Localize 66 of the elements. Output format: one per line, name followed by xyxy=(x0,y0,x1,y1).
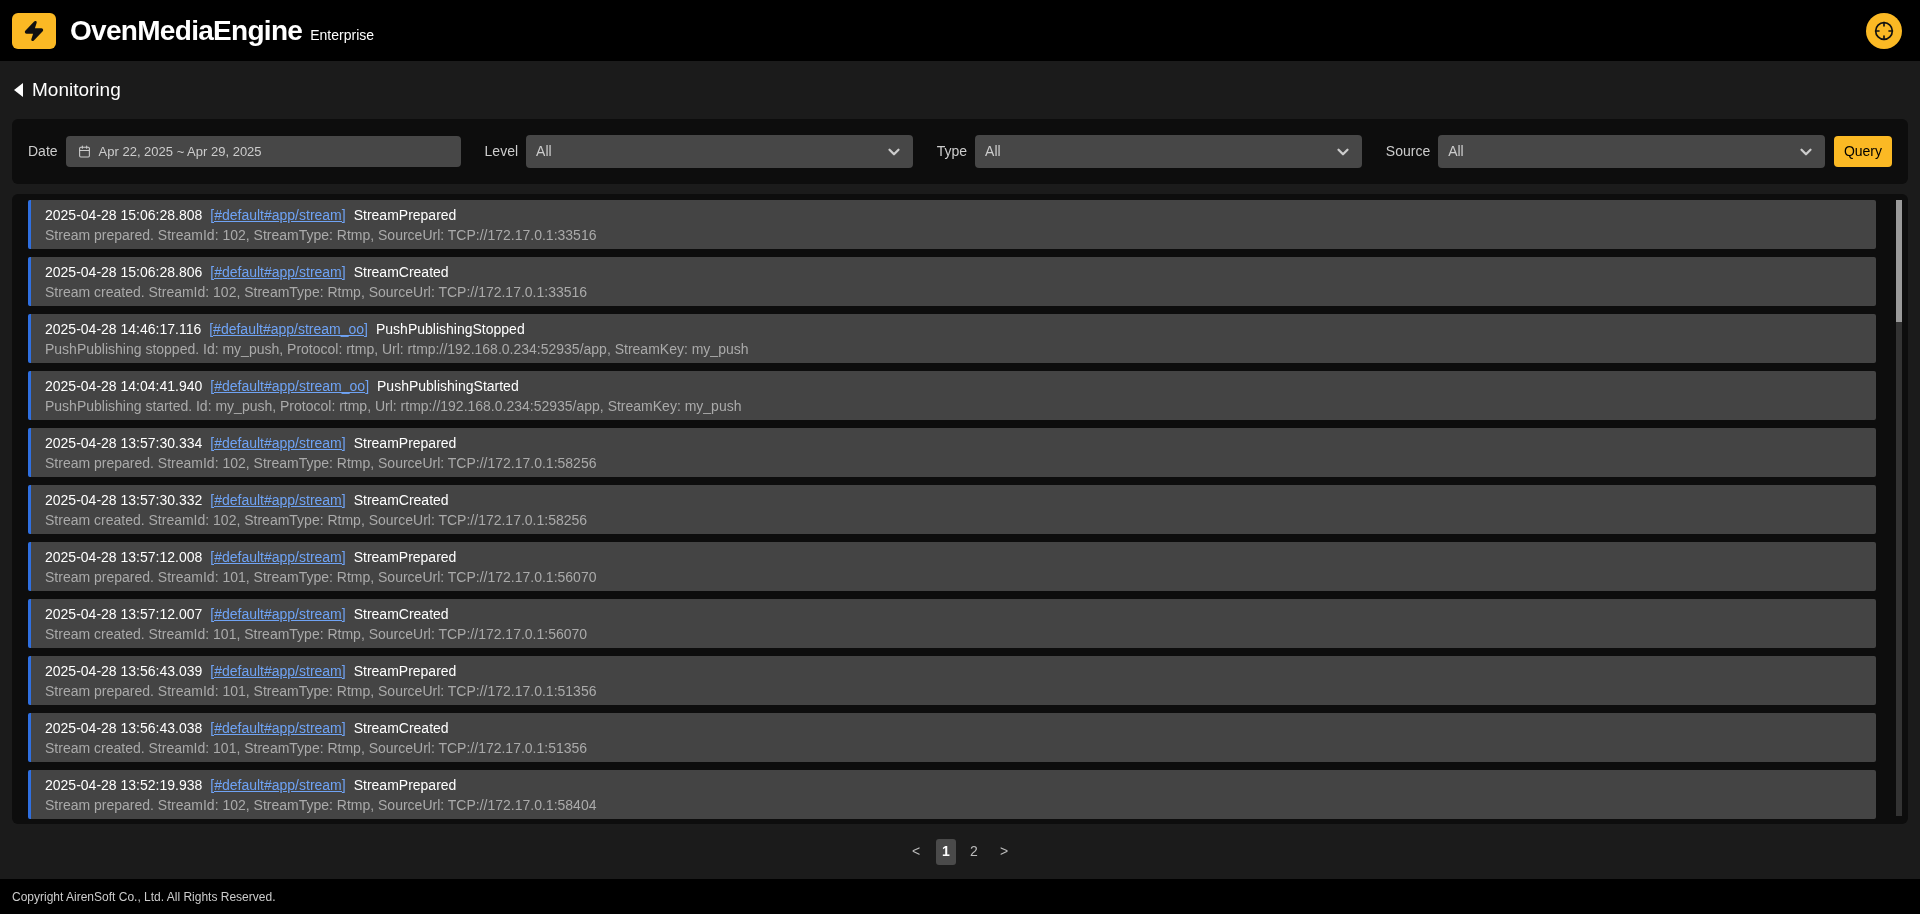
page-button[interactable]: 1 xyxy=(936,838,956,865)
page-button[interactable]: 2 xyxy=(964,838,984,865)
log-event: StreamPrepared xyxy=(353,661,457,681)
back-icon[interactable] xyxy=(14,83,24,97)
log-message: Stream created. StreamId: 101, StreamType: Rtmp, SourceUrl: TCP://172.17.0.1:56070 xyxy=(45,624,589,644)
log-time: 2025-04-28 13:56:43.038 xyxy=(45,718,203,738)
source-link[interactable]: [#default#app/stream] xyxy=(210,603,346,624)
log-time: 2025-04-28 13:57:12.008 xyxy=(45,547,203,567)
log-message: Stream created. StreamId: 102, StreamType: Rtmp, SourceUrl: TCP://172.17.0.1:33516 xyxy=(45,282,589,302)
source-link[interactable]: [#default#app/stream_oo] xyxy=(209,318,368,339)
page-title: Monitoring xyxy=(32,77,121,102)
source-link[interactable]: [#default#app/stream] xyxy=(210,660,346,681)
log-event: StreamCreated xyxy=(353,718,449,738)
log-message: PushPublishing started. Id: my_push, Protocol: rtmp, Url: rtmp://192.168.0.234:52935/app, StreamKey: my_push xyxy=(45,396,743,416)
filter-select[interactable]: All xyxy=(526,135,913,168)
source-link[interactable]: [#default#app/stream] xyxy=(210,489,346,510)
log-event: StreamCreated xyxy=(353,262,449,282)
source-link[interactable]: [#default#app/stream_oo] xyxy=(210,375,370,396)
filter-label: Source xyxy=(1385,142,1431,161)
log-event: PushPublishingStarted xyxy=(377,376,519,396)
log-event: StreamPrepared xyxy=(353,433,457,453)
log-time: 2025-04-28 13:57:12.007 xyxy=(45,604,203,624)
log-message: Stream created. StreamId: 102, StreamType: Rtmp, SourceUrl: TCP://172.17.0.1:58256 xyxy=(45,510,589,530)
log-time: 2025-04-28 13:56:43.039 xyxy=(45,661,203,681)
locate-button[interactable] xyxy=(1866,12,1902,49)
filter-label: Level xyxy=(484,142,519,161)
log-time: 2025-04-28 14:04:41.940 xyxy=(45,376,203,396)
query-button[interactable]: Query xyxy=(1833,136,1892,167)
log-time: 2025-04-28 15:06:28.808 xyxy=(45,205,203,225)
source-link[interactable]: [#default#app/stream] xyxy=(210,717,346,738)
filter-label: Type xyxy=(936,142,968,161)
log-event: PushPublishingStopped xyxy=(376,319,525,339)
brand-name: OvenMediaEngine xyxy=(70,13,303,48)
source-link[interactable]: [#default#app/stream] xyxy=(210,546,346,567)
log-event: StreamPrepared xyxy=(353,205,457,225)
date-label: Date xyxy=(28,142,58,161)
log-time: 2025-04-28 15:06:28.806 xyxy=(45,262,203,282)
log-event: StreamCreated xyxy=(353,604,449,624)
source-link[interactable]: [#default#app/stream] xyxy=(210,204,346,225)
log-time: 2025-04-28 13:52:19.938 xyxy=(45,775,203,795)
log-event: StreamCreated xyxy=(353,490,449,510)
log-message: Stream prepared. StreamId: 101, StreamType: Rtmp, SourceUrl: TCP://172.17.0.1:56070 xyxy=(45,567,598,587)
source-link[interactable]: [#default#app/stream] xyxy=(210,774,346,795)
log-time: 2025-04-28 13:57:30.332 xyxy=(45,490,203,510)
log-message: Stream prepared. StreamId: 102, StreamType: Rtmp, SourceUrl: TCP://172.17.0.1:33516 xyxy=(45,225,598,245)
log-message: Stream created. StreamId: 101, StreamType: Rtmp, SourceUrl: TCP://172.17.0.1:51356 xyxy=(45,738,589,758)
log-message: Stream prepared. StreamId: 102, StreamType: Rtmp, SourceUrl: TCP://172.17.0.1:58256 xyxy=(45,453,598,473)
crosshair-icon xyxy=(1874,20,1894,41)
edition-label: Enterprise xyxy=(310,26,375,45)
source-link[interactable]: [#default#app/stream] xyxy=(210,432,346,453)
copyright-text: Copyright AirenSoft Co., Ltd. All Rights Reserved. xyxy=(12,888,276,906)
filter-select[interactable]: All xyxy=(975,135,1362,168)
log-message: PushPublishing stopped. Id: my_push, Protocol: rtmp, Url: rtmp://192.168.0.234:52935/app, StreamKey: my_push xyxy=(45,339,750,359)
log-event: StreamPrepared xyxy=(353,775,457,795)
log-time: 2025-04-28 14:46:17.116 xyxy=(45,319,202,339)
date-range-field[interactable]: Apr 22, 2025 ~ Apr 29, 2025 xyxy=(65,136,461,167)
prev-page-button[interactable]: < xyxy=(904,838,928,865)
log-message: Stream prepared. StreamId: 102, StreamType: Rtmp, SourceUrl: TCP://172.17.0.1:58404 xyxy=(45,795,598,815)
log-event: StreamPrepared xyxy=(353,547,457,567)
next-page-button[interactable]: > xyxy=(992,838,1016,865)
filter-select[interactable]: All xyxy=(1438,135,1825,168)
log-time: 2025-04-28 13:57:30.334 xyxy=(45,433,203,453)
calendar-icon xyxy=(77,145,91,158)
lightning-icon xyxy=(23,19,45,42)
source-link[interactable]: [#default#app/stream] xyxy=(210,261,346,282)
log-message: Stream prepared. StreamId: 101, StreamType: Rtmp, SourceUrl: TCP://172.17.0.1:51356 xyxy=(45,681,598,701)
